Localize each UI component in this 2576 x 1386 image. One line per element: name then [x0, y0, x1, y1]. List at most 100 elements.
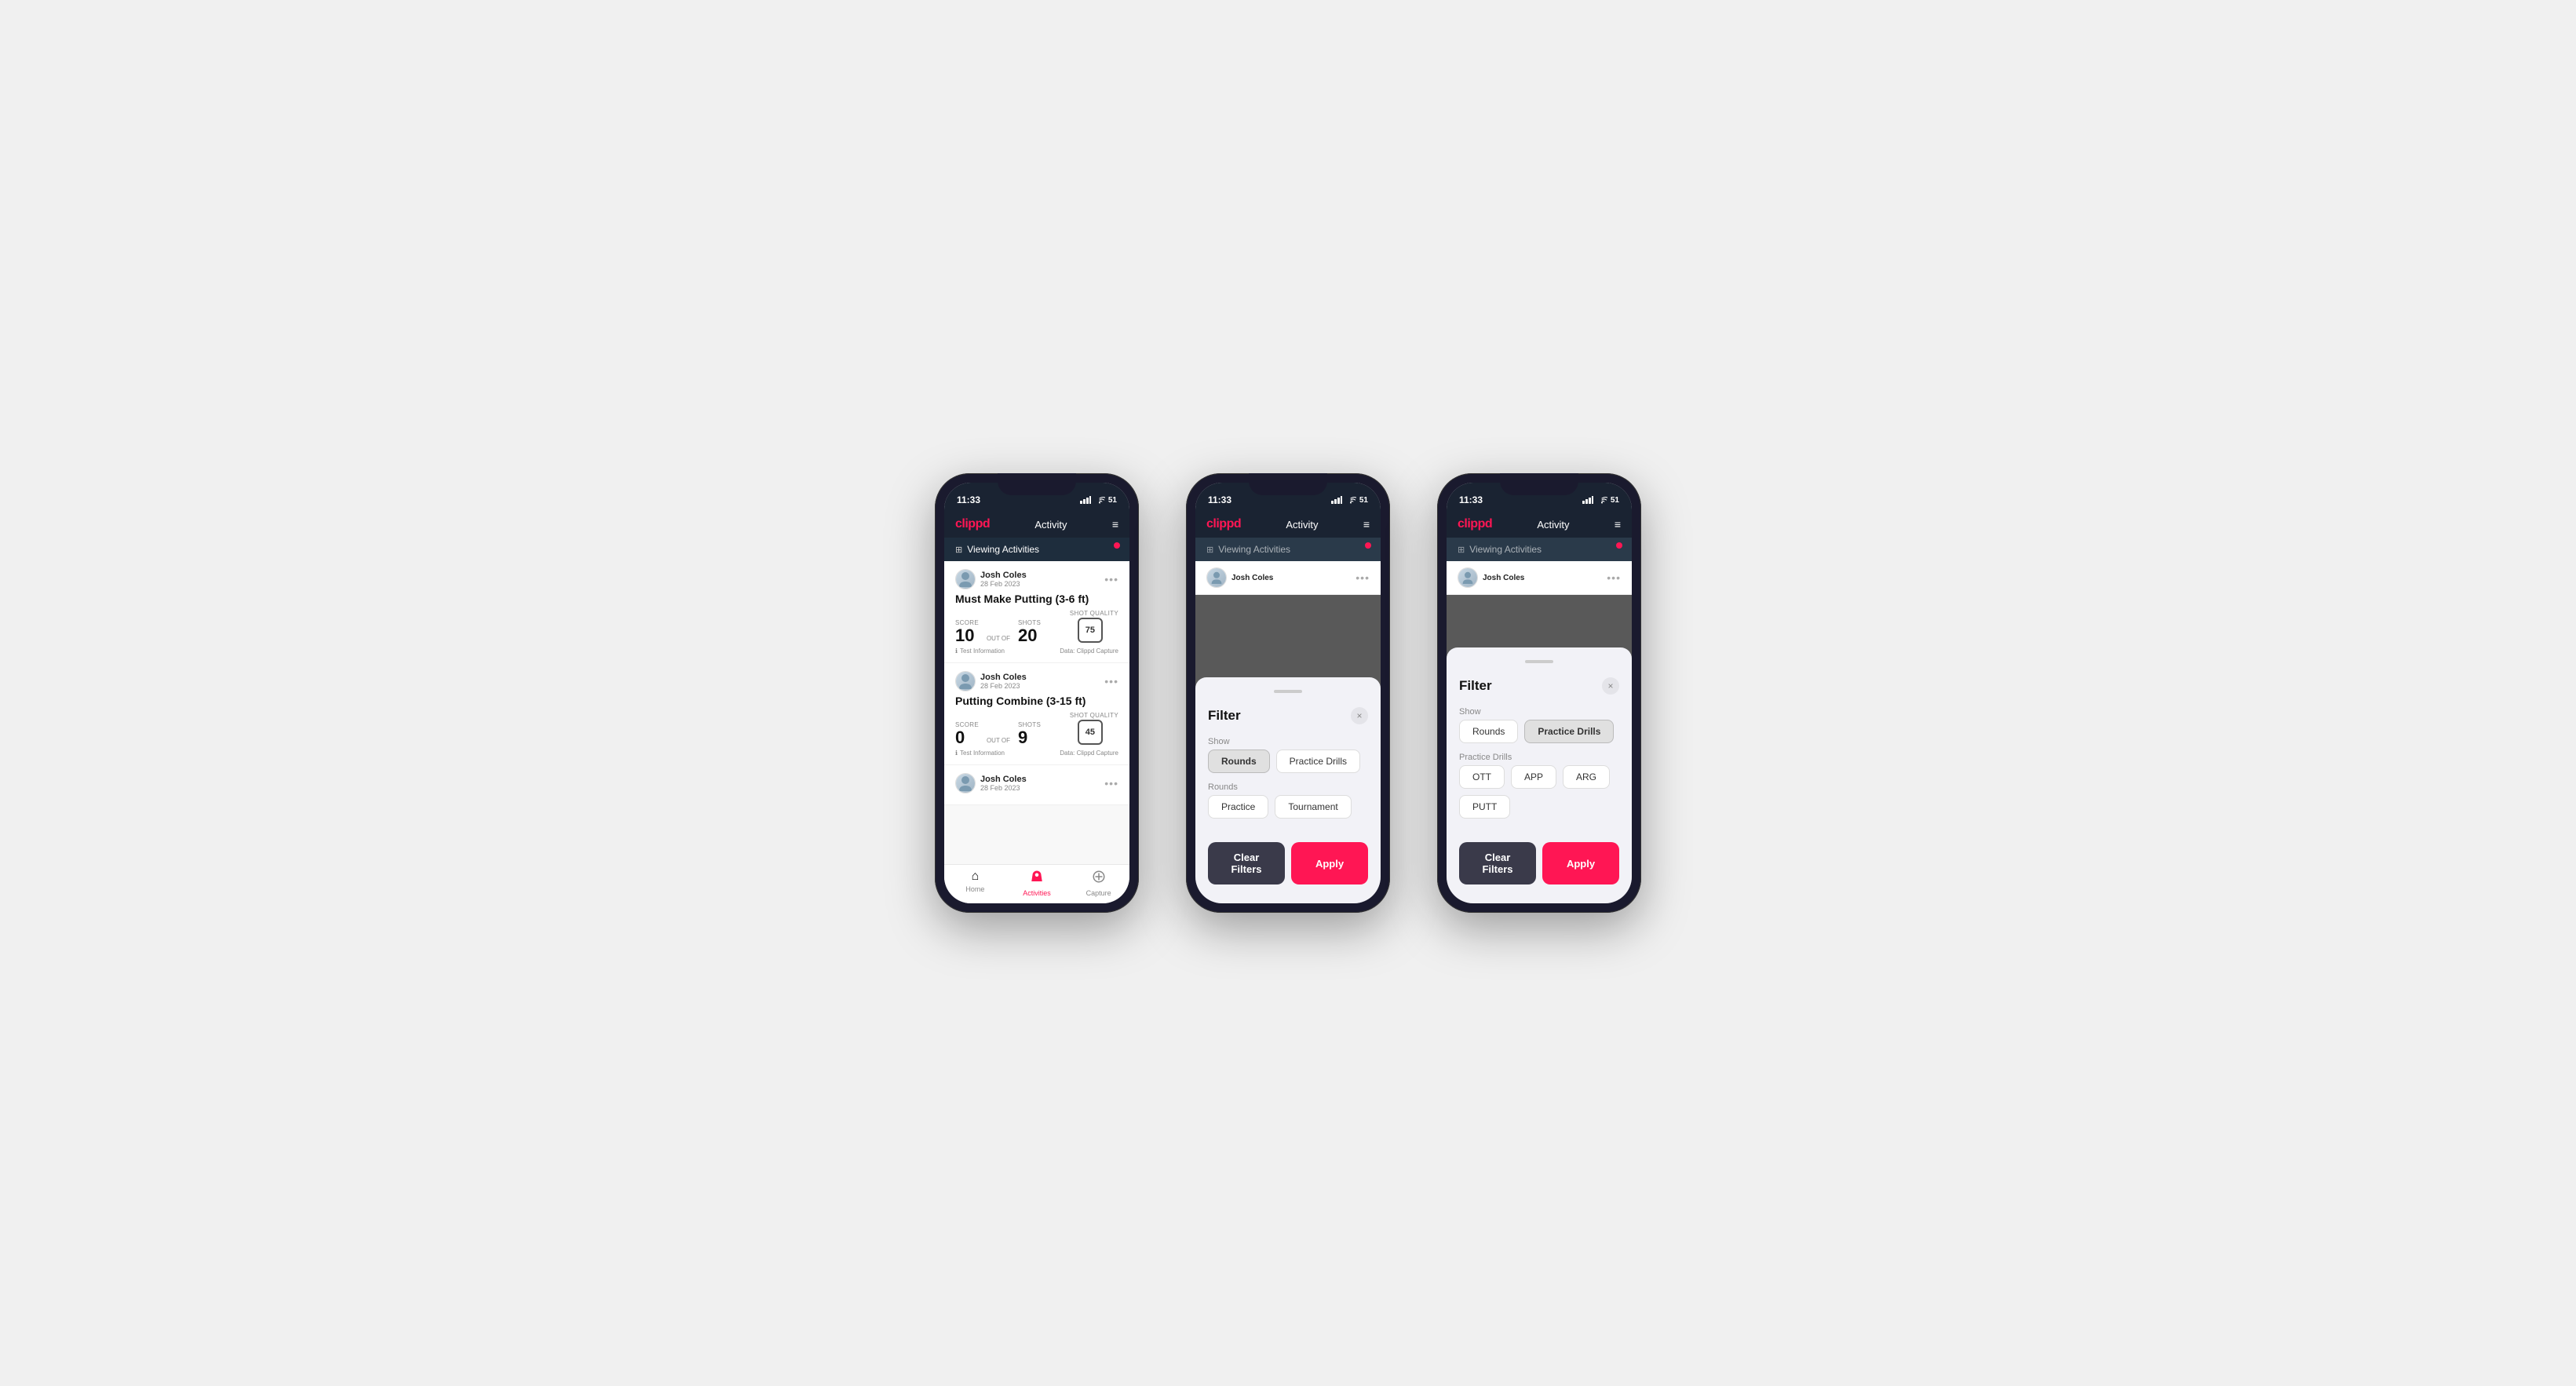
nav-home-1[interactable]: ⌂ Home — [944, 870, 1006, 897]
user-info-2: Josh Coles 28 Feb 2023 — [955, 671, 1027, 691]
user-name-1: Josh Coles — [980, 571, 1027, 580]
app-title-1: Activity — [1034, 519, 1067, 531]
blurred-bg-2: ⊞ Viewing Activities — [1195, 538, 1381, 561]
status-time-1: 11:33 — [957, 494, 980, 505]
card-footer-1: ℹ Test Information Data: Clippd Capture — [955, 647, 1118, 655]
activity-card-3-partial: Josh Coles 28 Feb 2023 ••• — [944, 765, 1129, 805]
nav-capture-1[interactable]: Capture — [1067, 870, 1129, 897]
data-source-2: Data: Clippd Capture — [1060, 750, 1118, 757]
practice-drills-toggle-btn-3[interactable]: Practice Drills — [1524, 720, 1614, 743]
apply-btn-2[interactable]: Apply — [1291, 842, 1368, 884]
viewing-banner-1[interactable]: ⊞ Viewing Activities — [944, 538, 1129, 561]
show-section-2: Show Rounds Practice Drills — [1208, 737, 1368, 773]
app-logo-2: clippd — [1206, 517, 1241, 531]
rounds-toggle-btn-2[interactable]: Rounds — [1208, 750, 1270, 773]
more-dots-1[interactable]: ••• — [1104, 573, 1118, 585]
shot-quality-badge-2: 45 — [1078, 720, 1103, 745]
avatar-silhouette-3 — [959, 775, 972, 791]
status-icons-1: 51 — [1080, 496, 1117, 505]
peeked-dots-2: ••• — [1356, 571, 1370, 584]
status-icons-2: 51 — [1331, 496, 1368, 505]
shots-value-1: 20 — [1018, 627, 1041, 644]
status-time-3: 11:33 — [1459, 494, 1483, 505]
peeked-avatar-2 — [1206, 567, 1227, 588]
info-icon-2: ℹ — [955, 750, 958, 757]
signal-icon-1 — [1080, 496, 1091, 504]
drills-label-3: Practice Drills — [1459, 753, 1619, 762]
show-label-2: Show — [1208, 737, 1368, 746]
sheet-header-2: Filter × — [1208, 707, 1368, 728]
dim-overlay-3: Filter × Show Rounds Practice Drills Pra… — [1447, 595, 1632, 903]
app-btn-3[interactable]: APP — [1511, 765, 1556, 789]
activity-title-1: Must Make Putting (3-6 ft) — [955, 593, 1118, 605]
test-info-1: ℹ Test Information — [955, 647, 1005, 655]
bottom-nav-1: ⌂ Home Activities — [944, 864, 1129, 903]
app-header-3: clippd Activity ≡ — [1447, 511, 1632, 538]
phone-2: 11:33 51 — [1186, 473, 1390, 913]
battery-icon-3: 51 — [1611, 496, 1619, 505]
peeked-avatar-3 — [1458, 567, 1478, 588]
user-details-1: Josh Coles 28 Feb 2023 — [980, 571, 1027, 588]
wifi-icon-3 — [1596, 496, 1607, 504]
user-date-3: 28 Feb 2023 — [980, 784, 1027, 792]
rounds-section-2: Rounds Practice Tournament — [1208, 782, 1368, 819]
phones-container: 11:33 51 — [935, 473, 1641, 913]
avatar-inner-2 — [956, 672, 975, 691]
notification-dot-1 — [1114, 542, 1120, 549]
shots-block-2: Shots 9 — [1018, 721, 1041, 746]
shot-quality-block-1: Shot Quality 75 — [1070, 610, 1118, 644]
tournament-btn-2[interactable]: Tournament — [1275, 795, 1351, 819]
wifi-icon-2 — [1345, 496, 1356, 504]
app-logo-1: clippd — [955, 517, 990, 531]
nav-activities-1[interactable]: Activities — [1006, 870, 1068, 897]
sheet-footer-3: Clear Filters Apply — [1459, 842, 1619, 891]
filter-close-btn-2[interactable]: × — [1351, 707, 1368, 724]
sheet-title-2: Filter — [1208, 708, 1241, 724]
sheet-title-3: Filter — [1459, 678, 1492, 694]
avatar-silhouette-1 — [959, 571, 972, 587]
menu-icon-3[interactable]: ≡ — [1615, 518, 1621, 531]
rounds-toggle-btn-3[interactable]: Rounds — [1459, 720, 1518, 743]
shot-quality-badge-1: 75 — [1078, 618, 1103, 643]
user-info-1: Josh Coles 28 Feb 2023 — [955, 569, 1027, 589]
drills-section-3: Practice Drills OTT APP ARG PUTT — [1459, 753, 1619, 819]
apply-btn-3[interactable]: Apply — [1542, 842, 1619, 884]
user-date-1: 28 Feb 2023 — [980, 580, 1027, 588]
filter-icon-3: ⊞ — [1458, 545, 1465, 555]
nav-activities-label-1: Activities — [1023, 889, 1051, 897]
filter-close-btn-3[interactable]: × — [1602, 677, 1619, 695]
activity-title-2: Putting Combine (3-15 ft) — [955, 695, 1118, 707]
filter-icon-2: ⊞ — [1206, 545, 1213, 555]
more-dots-2[interactable]: ••• — [1104, 675, 1118, 688]
drills-options-3: OTT APP ARG PUTT — [1459, 765, 1619, 819]
battery-icon-2: 51 — [1359, 496, 1368, 505]
avatar-silhouette-2 — [959, 673, 972, 689]
phone-2-screen: 11:33 51 — [1195, 483, 1381, 903]
peeked-avatar-svg-2 — [1211, 571, 1222, 584]
peeked-user-3: Josh Coles — [1458, 567, 1524, 588]
dim-overlay-2: Filter × Show Rounds Practice Drills Rou… — [1195, 595, 1381, 903]
filter-sheet-2: Filter × Show Rounds Practice Drills Rou… — [1195, 677, 1381, 903]
filter-icon-1: ⊞ — [955, 545, 962, 555]
practice-btn-2[interactable]: Practice — [1208, 795, 1268, 819]
arg-btn-3[interactable]: ARG — [1563, 765, 1610, 789]
user-details-3: Josh Coles 28 Feb 2023 — [980, 775, 1027, 792]
menu-icon-2[interactable]: ≡ — [1363, 518, 1370, 531]
ott-btn-3[interactable]: OTT — [1459, 765, 1505, 789]
more-dots-3[interactable]: ••• — [1104, 777, 1118, 790]
peeked-avatar-svg-3 — [1462, 571, 1473, 584]
nav-home-label-1: Home — [965, 885, 984, 893]
menu-icon-1[interactable]: ≡ — [1112, 518, 1118, 531]
capture-svg-1 — [1092, 870, 1106, 884]
score-block-2: Score 0 — [955, 721, 979, 746]
home-icon-1: ⌂ — [972, 870, 980, 884]
app-title-3: Activity — [1537, 519, 1569, 531]
info-icon-1: ℹ — [955, 647, 958, 655]
phone-2-overlay: ⊞ Viewing Activities — [1195, 538, 1381, 903]
clear-filters-btn-2[interactable]: Clear Filters — [1208, 842, 1285, 884]
putt-btn-3[interactable]: PUTT — [1459, 795, 1510, 819]
avatar-inner-1 — [956, 570, 975, 589]
practice-drills-toggle-btn-2[interactable]: Practice Drills — [1276, 750, 1360, 773]
avatar-2 — [955, 671, 976, 691]
clear-filters-btn-3[interactable]: Clear Filters — [1459, 842, 1536, 884]
